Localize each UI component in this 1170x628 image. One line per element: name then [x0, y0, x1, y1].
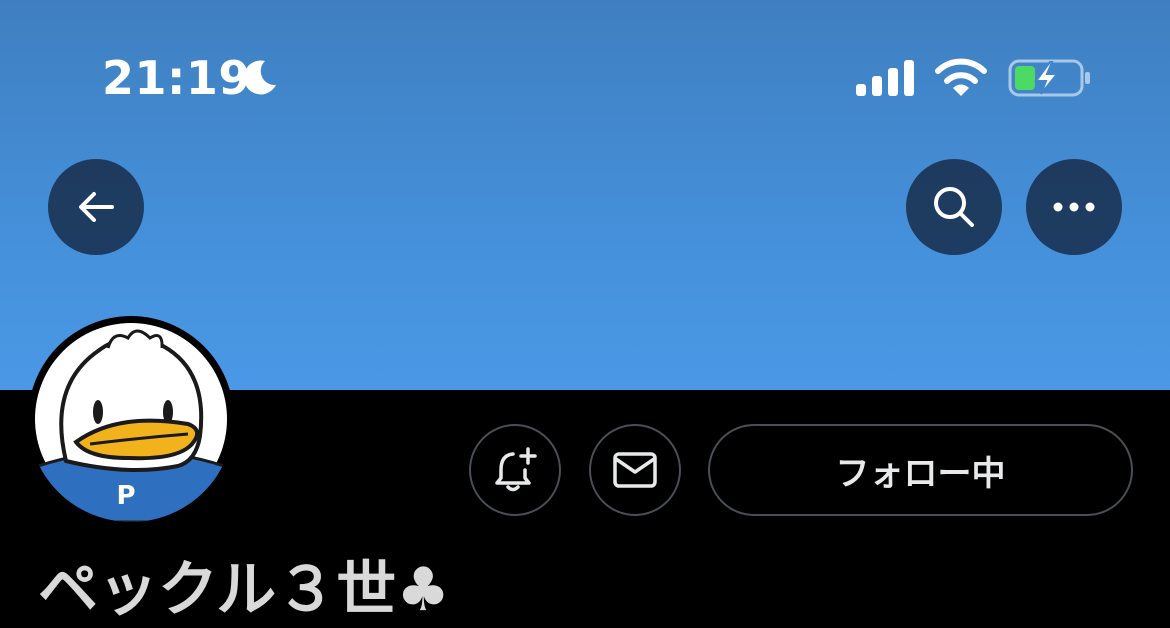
search-button[interactable]	[906, 159, 1002, 255]
cellular-signal-icon	[856, 60, 914, 96]
status-time: 21:19	[102, 51, 251, 105]
duck-character-avatar: P	[35, 323, 227, 522]
avatar-shirt-letter: P	[116, 481, 135, 511]
battery-charging-icon	[1008, 59, 1090, 97]
search-icon	[934, 187, 974, 227]
message-button[interactable]	[589, 424, 681, 516]
more-horizontal-icon	[1053, 202, 1095, 212]
moon-icon	[243, 60, 276, 95]
wifi-icon	[935, 58, 987, 96]
back-button[interactable]	[48, 159, 144, 255]
profile-display-name: ペックル３世♣	[38, 555, 450, 625]
following-button[interactable]: フォロー中	[708, 424, 1133, 516]
more-button[interactable]	[1026, 159, 1122, 255]
profile-avatar[interactable]: P	[28, 316, 234, 522]
bell-plus-icon	[495, 447, 537, 492]
envelope-icon	[613, 452, 657, 488]
notify-button[interactable]	[469, 424, 561, 516]
profile-screen: 21:19 P フォロー中 ペックル３世♣	[0, 0, 1170, 628]
arrow-left-icon	[79, 192, 114, 222]
